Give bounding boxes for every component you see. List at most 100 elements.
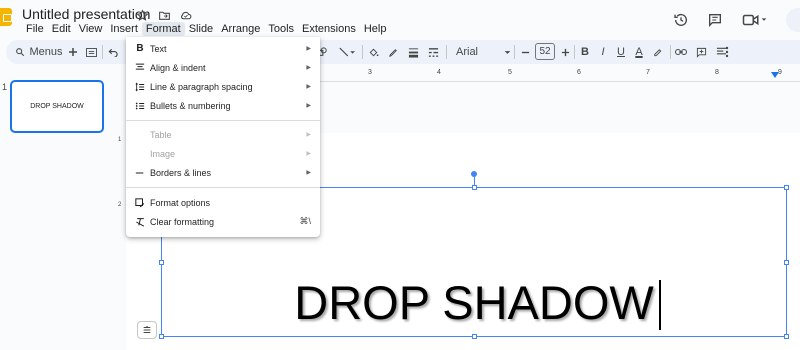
submenu-arrow-icon: ▶ — [306, 103, 311, 109]
menu-slide[interactable]: Slide — [185, 22, 217, 36]
highlight-color-icon[interactable] — [650, 40, 664, 64]
new-slide-plus-icon[interactable] — [66, 40, 80, 64]
history-icon[interactable] — [672, 11, 690, 29]
format-menu-table: Table ▶ — [126, 125, 320, 144]
move-folder-icon[interactable] — [157, 8, 171, 22]
toolbar-divider — [514, 45, 515, 59]
bold-button[interactable]: B — [578, 40, 592, 64]
fill-color-icon[interactable] — [366, 40, 380, 64]
italic-button[interactable]: I — [596, 40, 610, 64]
comment-icon[interactable] — [706, 11, 724, 29]
text-cursor — [659, 280, 661, 330]
thumbnail-text: DROP SHADOW — [30, 103, 84, 110]
toolbar-divider — [446, 45, 447, 59]
format-menu-format-options[interactable]: Format options — [126, 193, 320, 212]
line-spacing-icon — [134, 81, 146, 93]
increase-font-size-icon[interactable] — [558, 40, 572, 64]
resize-handle-bottom[interactable] — [472, 334, 477, 339]
format-menu-clear-formatting[interactable]: Clear formatting ⌘\ — [126, 212, 320, 231]
align-icon — [134, 62, 146, 74]
menu-item-label: Image — [150, 148, 176, 159]
format-menu-text[interactable]: B Text ▶ — [126, 39, 320, 58]
right-indent-marker-icon[interactable] — [771, 72, 779, 78]
ruler-number: 1 — [118, 137, 122, 143]
rotation-handle[interactable] — [471, 171, 477, 177]
menu-tools[interactable]: Tools — [264, 22, 298, 36]
font-family-value: Arial — [456, 46, 479, 58]
format-menu-borders-lines[interactable]: Borders & lines ▶ — [126, 163, 320, 182]
title-actions — [135, 8, 193, 22]
decrease-font-size-icon[interactable] — [518, 40, 532, 64]
chevron-down-icon — [761, 18, 767, 21]
toolbar-divider — [102, 45, 103, 59]
resize-handle-left[interactable] — [159, 260, 164, 265]
document-title[interactable]: Untitled presentation — [22, 6, 150, 22]
video-camera-icon[interactable] — [740, 11, 770, 29]
format-options-icon — [134, 197, 146, 209]
vertical-ruler[interactable]: 1 2 — [118, 82, 126, 350]
format-menu-align-indent[interactable]: Align & indent ▶ — [126, 58, 320, 77]
border-dash-icon[interactable] — [426, 40, 440, 64]
font-dropdown-arrow-icon[interactable] — [502, 40, 512, 64]
text-autofit-button[interactable] — [137, 321, 157, 339]
slide-number: 1 — [2, 82, 8, 92]
menus-search-button[interactable]: Menus — [12, 40, 66, 64]
menu-help[interactable]: Help — [360, 22, 391, 36]
toolbar-divider — [670, 45, 671, 59]
menu-arrange[interactable]: Arrange — [217, 22, 264, 36]
border-line-icon — [134, 167, 146, 179]
ruler-number: 7 — [646, 69, 650, 76]
cloud-status-icon[interactable] — [179, 8, 193, 22]
resize-handle-top[interactable] — [472, 185, 477, 190]
bold-icon: B — [136, 43, 144, 54]
resize-handle-bottom-right[interactable] — [784, 334, 789, 339]
autofit-icon — [143, 325, 151, 333]
slides-app: Untitled presentation File Edit View Ins… — [0, 0, 800, 350]
submenu-arrow-icon: ▶ — [306, 46, 311, 52]
ruler-number: 8 — [715, 69, 719, 76]
format-menu-dropdown: B Text ▶ Align & indent ▶ Line & paragra… — [126, 37, 320, 237]
menu-item-label: Bullets & numbering — [150, 100, 231, 111]
undo-icon[interactable] — [106, 40, 120, 64]
format-menu-line-spacing[interactable]: Line & paragraph spacing ▶ — [126, 77, 320, 96]
ruler-number: 3 — [368, 69, 372, 76]
font-size-input[interactable]: 52 — [535, 43, 555, 60]
slideshow-button[interactable] — [786, 8, 800, 32]
menu-item-label: Text — [150, 43, 167, 54]
bullets-icon — [134, 100, 146, 112]
slides-logo-icon[interactable] — [0, 8, 12, 26]
resize-handle-right[interactable] — [784, 260, 789, 265]
text-color-button[interactable]: A — [632, 40, 646, 64]
menu-item-label: Borders & lines — [150, 167, 212, 178]
ruler-number: 4 — [437, 69, 441, 76]
menu-file[interactable]: File — [22, 22, 48, 36]
add-comment-icon[interactable] — [694, 40, 708, 64]
search-icon — [16, 48, 25, 57]
line-tool-icon[interactable] — [336, 40, 358, 64]
resize-handle-bottom-left[interactable] — [159, 334, 164, 339]
layout-icon[interactable] — [84, 40, 98, 64]
menu-insert[interactable]: Insert — [106, 22, 142, 36]
border-weight-icon[interactable] — [406, 40, 420, 64]
resize-handle-top-right[interactable] — [784, 185, 789, 190]
menu-item-label: Format options — [150, 197, 211, 208]
keyboard-shortcut: ⌘\ — [299, 216, 311, 226]
font-family-select[interactable]: Arial — [452, 40, 502, 64]
menu-format[interactable]: Format — [141, 22, 185, 36]
more-options-icon[interactable] — [720, 40, 734, 64]
menu-view[interactable]: View — [75, 22, 107, 36]
header-right-actions — [672, 8, 800, 32]
slide-thumbnail[interactable]: DROP SHADOW — [10, 80, 104, 133]
menu-extensions[interactable]: Extensions — [298, 22, 360, 36]
border-color-icon[interactable] — [386, 40, 400, 64]
format-menu-image: Image ▶ — [126, 144, 320, 163]
insert-link-icon[interactable] — [674, 40, 688, 64]
slide-title-text[interactable]: DROP SHADOW — [161, 278, 787, 328]
app-header: Untitled presentation File Edit View Ins… — [0, 0, 800, 38]
menu-edit[interactable]: Edit — [48, 22, 75, 36]
format-menu-bullets[interactable]: Bullets & numbering ▶ — [126, 96, 320, 115]
ruler-number: 2 — [118, 202, 122, 208]
submenu-arrow-icon: ▶ — [306, 151, 311, 157]
underline-button[interactable]: U — [614, 40, 628, 64]
star-icon[interactable] — [135, 8, 149, 22]
